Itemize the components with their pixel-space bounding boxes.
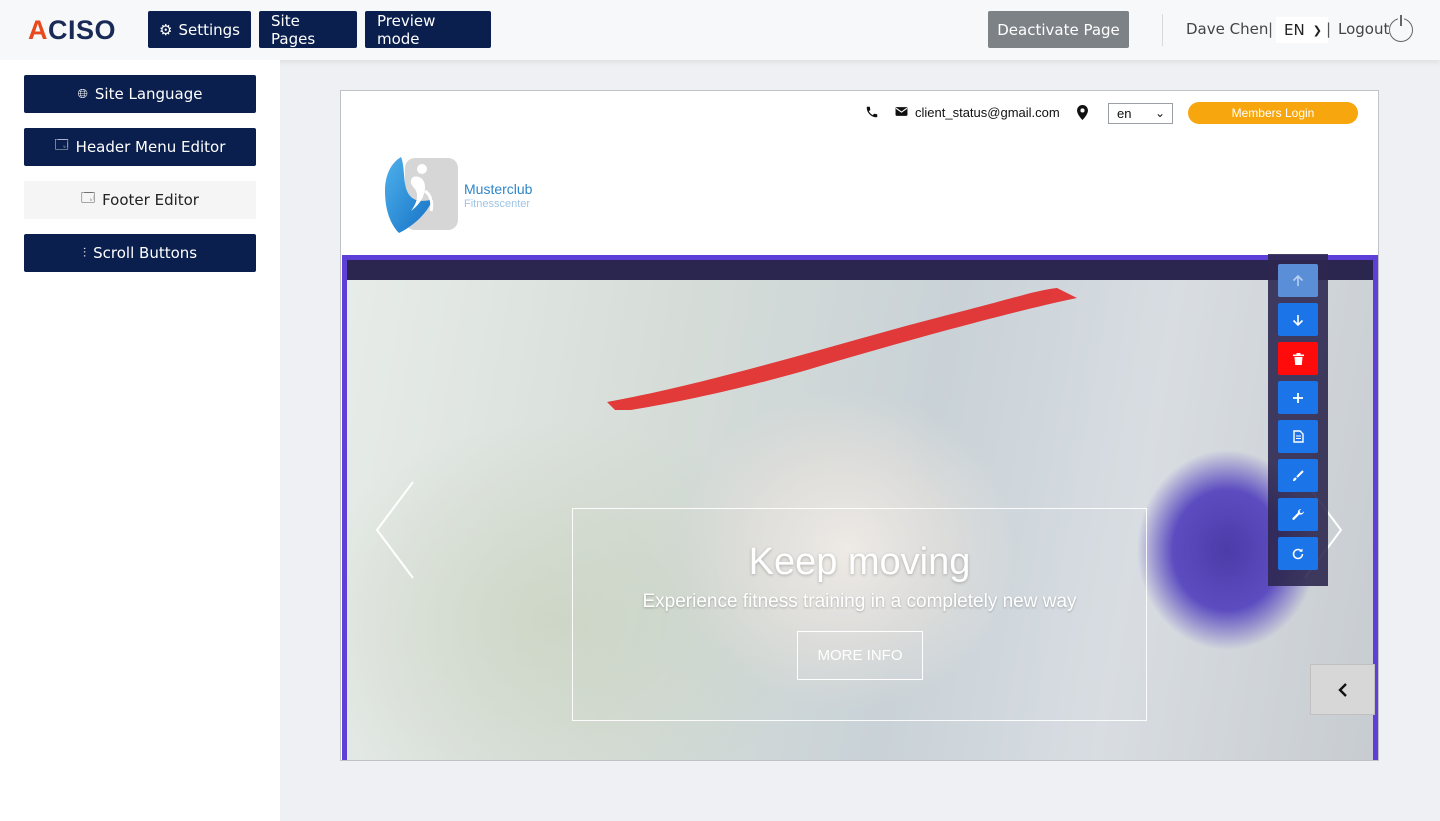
- logout-link[interactable]: Logout: [1338, 20, 1389, 38]
- sliders-icon: ⫶: [82, 245, 87, 261]
- brand-tagline: Fitnesscenter: [464, 198, 531, 210]
- more-info-button[interactable]: MORE INFO: [797, 631, 923, 680]
- footer-editor-button[interactable]: 🗔︎ Footer Editor: [24, 181, 256, 219]
- hero-title: Keep moving: [748, 541, 971, 583]
- divider: [1162, 14, 1163, 46]
- deactivate-page-button[interactable]: Deactivate Page: [988, 11, 1129, 48]
- gear-icon: ⚙: [159, 20, 173, 39]
- trash-icon: [1292, 352, 1304, 365]
- site-contact-bar: client_status@gmail.com en ⌄ Members Log…: [341, 91, 1378, 135]
- contact-email[interactable]: client_status@gmail.com: [915, 105, 1060, 120]
- brush-icon: [1293, 469, 1304, 481]
- scroll-buttons-button[interactable]: ⫶ Scroll Buttons: [24, 234, 256, 272]
- envelope-icon: [895, 107, 908, 116]
- power-icon[interactable]: [1389, 15, 1413, 42]
- map-pin-icon[interactable]: [1077, 105, 1088, 120]
- arrow-up-icon: [1292, 274, 1304, 286]
- window-icon: 🗔︎: [54, 138, 69, 153]
- site-language-button[interactable]: 🌐︎ Site Language: [24, 75, 256, 113]
- editor-sidebar: 🌐︎ Site Language 🗔︎ Header Menu Editor 🗔…: [0, 60, 280, 821]
- wrench-icon: [1291, 508, 1304, 520]
- plus-icon: [1293, 392, 1303, 403]
- language-select[interactable]: EN ❯: [1276, 17, 1328, 43]
- move-down-button[interactable]: [1278, 303, 1318, 336]
- separator: |: [1326, 20, 1332, 38]
- refresh-icon: [1292, 548, 1304, 559]
- user-name: Dave Chen: [1186, 20, 1269, 38]
- separator: |: [1268, 20, 1274, 38]
- style-button[interactable]: [1278, 459, 1318, 492]
- site-preview-frame: client_status@gmail.com en ⌄ Members Log…: [340, 90, 1379, 761]
- hero-slide-image: Keep moving Experience fitness training …: [347, 280, 1373, 760]
- hero-slider-section[interactable]: Keep moving Experience fitness training …: [342, 255, 1378, 760]
- add-button[interactable]: [1278, 381, 1318, 414]
- window-icon: 🗔︎: [81, 191, 96, 206]
- collapse-panel-button[interactable]: [1310, 664, 1375, 715]
- chevron-left-icon[interactable]: [375, 480, 415, 580]
- section-edit-toolbar: [1268, 254, 1328, 586]
- globe-icon: 🌐︎: [77, 86, 88, 102]
- aciso-logo[interactable]: ACISO: [28, 15, 116, 46]
- phone-icon[interactable]: [865, 105, 879, 119]
- header-menu-editor-button[interactable]: 🗔︎ Header Menu Editor: [24, 128, 256, 166]
- move-up-button[interactable]: [1278, 264, 1318, 297]
- resistance-band-shape: [607, 288, 1077, 410]
- preview-mode-button[interactable]: Preview mode: [365, 11, 491, 48]
- brand-name: Musterclub: [464, 181, 533, 197]
- site-pages-button[interactable]: Site Pages: [259, 11, 357, 48]
- delete-button[interactable]: [1278, 342, 1318, 375]
- hero-caption-box: Keep moving Experience fitness training …: [572, 508, 1147, 721]
- top-bar: ACISO ⚙ Settings Site Pages Preview mode…: [0, 0, 1440, 60]
- duplicate-button[interactable]: [1278, 420, 1318, 453]
- chevron-down-icon: ❯: [1312, 23, 1322, 37]
- refresh-button[interactable]: [1278, 537, 1318, 570]
- members-login-button[interactable]: Members Login: [1188, 102, 1358, 124]
- chevron-left-icon: [1337, 682, 1347, 697]
- wrench-button[interactable]: [1278, 498, 1318, 531]
- copy-icon: [1292, 430, 1304, 443]
- settings-button[interactable]: ⚙ Settings: [148, 11, 251, 48]
- hero-subtitle: Experience fitness training in a complet…: [642, 591, 1077, 612]
- site-language-select[interactable]: en ⌄: [1108, 103, 1173, 124]
- chevron-down-icon: ⌄: [1154, 106, 1165, 120]
- arrow-down-icon: [1292, 314, 1304, 326]
- musterclub-logo-icon[interactable]: [385, 155, 461, 233]
